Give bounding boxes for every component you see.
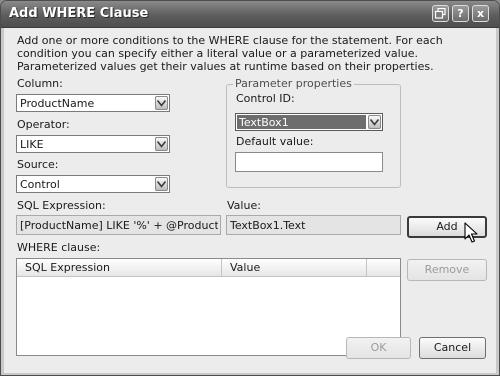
default-value-label: Default value: [236, 135, 314, 148]
title-bar[interactable]: Add WHERE Clause ? x [1, 1, 499, 28]
column-header-filler [367, 259, 400, 276]
where-clause-label: WHERE clause: [17, 241, 101, 254]
sql-expression-label: SQL Expression: [17, 199, 106, 212]
dialog-content: Add one or more conditions to the WHERE … [4, 28, 496, 373]
value-field: TextBox1.Text [226, 215, 401, 235]
remove-button[interactable]: Remove [407, 259, 487, 281]
chevron-down-icon[interactable] [155, 96, 168, 110]
close-button[interactable]: x [472, 5, 489, 22]
operator-value: LIKE [20, 138, 44, 151]
control-id-value: TextBox1 [239, 116, 289, 129]
description-text: Add one or more conditions to the WHERE … [17, 34, 443, 73]
where-clause-list[interactable]: SQL Expression Value [16, 258, 401, 356]
parameter-properties-legend: Parameter properties [233, 77, 354, 90]
source-value: Control [20, 178, 60, 191]
chevron-down-icon[interactable] [155, 177, 168, 191]
column-header-value[interactable]: Value [222, 259, 367, 276]
source-dropdown[interactable]: Control [16, 175, 170, 193]
where-clause-header: SQL Expression Value [17, 259, 400, 277]
column-header-sql-expression[interactable]: SQL Expression [17, 259, 222, 276]
chevron-down-icon[interactable] [155, 137, 168, 151]
restore-icon [435, 8, 446, 19]
add-where-clause-dialog: Add WHERE Clause ? x Add one or more con… [0, 0, 500, 376]
operator-dropdown[interactable]: LIKE [16, 135, 170, 153]
help-button[interactable]: ? [452, 5, 469, 22]
default-value-input[interactable] [235, 152, 383, 172]
value-label: Value: [227, 199, 261, 212]
mouse-cursor-icon [464, 222, 478, 243]
restore-button[interactable] [432, 5, 449, 22]
sql-expression-value: [ProductName] LIKE '%' + @ProductName + … [20, 219, 218, 232]
ok-button[interactable]: OK [346, 337, 411, 359]
window-title: Add WHERE Clause [9, 6, 149, 21]
value-text: TextBox1.Text [230, 219, 306, 232]
sql-expression-field: [ProductName] LIKE '%' + @ProductName + … [16, 215, 221, 235]
column-dropdown[interactable]: ProductName [16, 94, 170, 112]
source-label: Source: [17, 158, 59, 171]
help-icon: ? [457, 7, 464, 20]
cancel-button[interactable]: Cancel [419, 337, 486, 359]
column-label: Column: [17, 77, 63, 90]
control-id-dropdown[interactable]: TextBox1 [235, 113, 383, 131]
parameter-properties-group: Parameter properties Control ID: TextBox… [226, 77, 401, 188]
column-value: ProductName [20, 97, 95, 110]
chevron-down-icon[interactable] [368, 115, 381, 129]
operator-label: Operator: [17, 118, 70, 131]
close-icon: x [476, 7, 485, 20]
control-id-label: Control ID: [236, 92, 295, 105]
